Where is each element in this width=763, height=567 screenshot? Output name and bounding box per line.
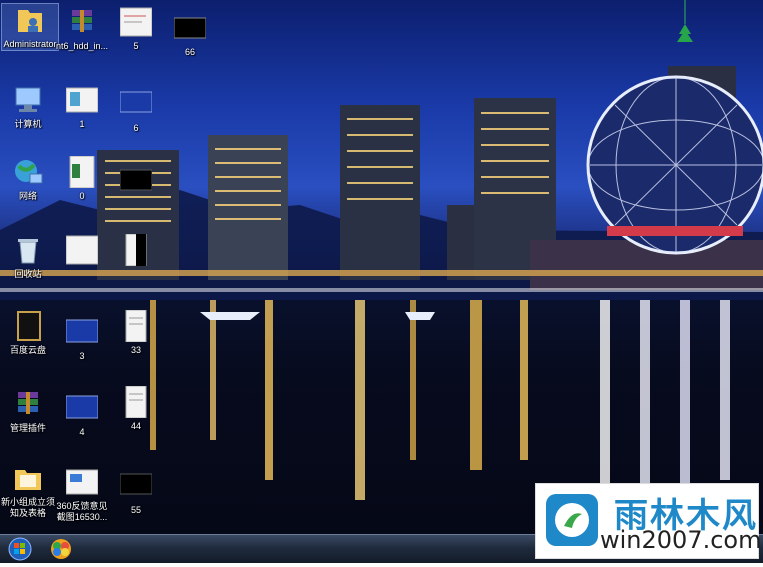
desktop-icon-image-a[interactable] — [54, 234, 110, 269]
desktop-icon-label: 百度云盘 — [9, 345, 46, 355]
desktop-icon-33[interactable]: 33 — [108, 309, 164, 356]
leaf-logo-icon — [546, 494, 598, 546]
desktop-icon-baidu[interactable]: 百度云盘 — [0, 310, 56, 356]
desktop-icon-label: nt6_hdd_in... — [55, 41, 109, 51]
image-thumbnail-icon — [65, 84, 99, 116]
image-thumbnail-icon — [119, 88, 153, 120]
image-thumbnail-icon — [119, 166, 153, 198]
desktop-icon-label: 计算机 — [14, 119, 42, 129]
desktop-icon-3[interactable]: 3 — [54, 316, 110, 362]
image-thumbnail-icon — [65, 392, 99, 424]
desktop-icon-label: 360反馈意见截图16530... — [56, 501, 108, 522]
desktop-icon-label: 网络 — [18, 191, 37, 201]
image-thumbnail-icon — [65, 316, 99, 348]
desktop-icon-label: 66 — [184, 47, 195, 57]
desktop-icon-label: 回收站 — [14, 269, 42, 279]
desktop-icon-label: 3 — [79, 351, 85, 361]
desktop-icon-label: 33 — [130, 345, 141, 355]
desktop-icon-label: 管理插件 — [9, 423, 46, 433]
watermark-url: win2007.com — [600, 526, 762, 554]
desktop-icon-new-group-forms[interactable]: 新小组成立须知及表格 — [0, 462, 56, 519]
image-thumbnail-icon — [65, 466, 99, 498]
image-thumbnail-icon — [173, 12, 207, 44]
desktop-icon-label: 0 — [79, 191, 85, 201]
image-thumbnail-icon — [120, 233, 152, 267]
watermark-logo: 雨林木风 win2007.com — [535, 483, 762, 559]
app-icon — [12, 310, 44, 342]
image-thumbnail-icon — [65, 234, 99, 266]
desktop-icon-label: 1 — [79, 119, 85, 129]
recycle-bin-icon — [12, 234, 44, 266]
desktop-icon-label: Administrator — [3, 39, 57, 49]
desktop-icon-55[interactable]: 55 — [108, 470, 164, 516]
desktop-icon-66[interactable]: 66 — [162, 12, 218, 58]
network-icon — [12, 156, 44, 188]
winrar-archive-icon — [12, 388, 44, 420]
image-thumbnail-icon — [120, 309, 152, 343]
desktop-icon-computer[interactable]: 计算机 — [0, 84, 56, 130]
desktop-icon-1[interactable]: 1 — [54, 84, 110, 130]
desktop-icon-plugin-manager[interactable]: 管理插件 — [0, 388, 56, 434]
image-thumbnail-icon — [120, 385, 152, 419]
image-thumbnail-icon — [119, 6, 153, 38]
desktop-icon-0[interactable]: 0 — [54, 155, 110, 202]
image-thumbnail-icon — [66, 155, 98, 189]
computer-icon — [12, 84, 44, 116]
start-orb-icon[interactable] — [4, 536, 38, 562]
desktop-icon-label: 5 — [133, 41, 139, 51]
desktop-icon-administrator[interactable]: Administrator — [1, 3, 59, 51]
desktop-icon-44[interactable]: 44 — [108, 385, 164, 432]
winrar-archive-icon — [66, 6, 98, 38]
desktop-icon-5[interactable]: 5 — [108, 6, 164, 52]
desktop-icon-network[interactable]: 网络 — [0, 156, 56, 202]
desktop-icon-dark-image[interactable] — [108, 166, 164, 201]
desktop-icon-image-b[interactable] — [108, 233, 164, 269]
folder-icon — [12, 462, 44, 494]
image-thumbnail-icon — [119, 470, 153, 502]
user-folder-icon — [14, 4, 46, 36]
desktop-icon-6[interactable]: 6 — [108, 88, 164, 134]
app-launcher-icon[interactable] — [46, 537, 76, 561]
desktop-icon-360-screenshot[interactable]: 360反馈意见截图16530... — [54, 466, 110, 523]
desktop-icon-label: 新小组成立须知及表格 — [0, 497, 55, 518]
desktop-icon-4[interactable]: 4 — [54, 392, 110, 438]
desktop-icon-nt6-hdd[interactable]: nt6_hdd_in... — [54, 6, 110, 52]
desktop-icon-recycle-bin[interactable]: 回收站 — [0, 234, 56, 280]
desktop-icon-label: 6 — [133, 123, 139, 133]
desktop-icon-label: 4 — [79, 427, 85, 437]
desktop-icon-label: 55 — [130, 505, 141, 515]
desktop-icon-label: 44 — [130, 421, 141, 431]
